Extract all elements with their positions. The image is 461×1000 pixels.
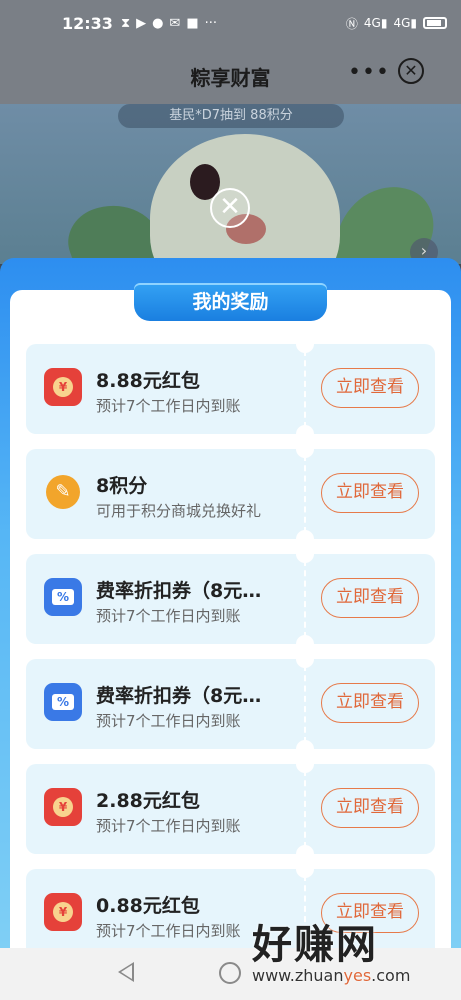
reward-item: % 费率折扣券（8元… 预计7个工作日内到账 立即查看 (26, 650, 435, 758)
watermark-url: www.zhuanyes.com (252, 966, 452, 985)
watermark-url-highlight: yes (343, 966, 372, 985)
reward-title: 费率折扣券（8元… (96, 580, 262, 602)
network-label: 4G (363, 16, 381, 30)
reward-item: ¥ 8.88元红包 预计7个工作日内到账 立即查看 (26, 335, 435, 443)
view-reward-button[interactable]: 立即查看 (321, 578, 419, 618)
close-page-button[interactable]: ✕ (398, 58, 424, 84)
reward-title: 2.88元红包 (96, 790, 200, 812)
ticket-divider (304, 770, 306, 848)
reward-subtitle: 可用于积分商城兑换好礼 (96, 502, 262, 520)
red-packet-icon: ¥ (44, 368, 82, 406)
dismiss-dialog-button[interactable]: ✕ (210, 188, 250, 228)
more-options-button[interactable]: ••• (348, 60, 390, 85)
more-dots-icon: ··· (204, 15, 218, 31)
reward-item: ✎ 8积分 可用于积分商城兑换好礼 立即查看 (26, 440, 435, 548)
signal-4g-icon: 4G▮ (393, 16, 417, 30)
reward-title: 费率折扣券（8元… (96, 685, 262, 707)
view-reward-button[interactable]: 立即查看 (321, 683, 419, 723)
dialog-heading: 我的奖励 (134, 283, 327, 321)
reward-subtitle: 预计7个工作日内到账 (96, 712, 241, 730)
ticket-divider (304, 455, 306, 533)
view-reward-button[interactable]: 立即查看 (321, 473, 419, 513)
reward-subtitle: 预计7个工作日内到账 (96, 607, 241, 625)
watermark-url-part: .com (371, 966, 411, 985)
winner-ticker: 基民*D7抽到 88积分 (118, 104, 344, 128)
ticket-divider (304, 665, 306, 743)
red-packet-icon: ¥ (44, 893, 82, 931)
discount-coupon-icon: % (44, 578, 82, 616)
view-reward-button[interactable]: 立即查看 (321, 368, 419, 408)
back-triangle-icon[interactable] (118, 962, 134, 982)
page-title: 粽享财富 (190, 66, 271, 90)
status-bar: 12:33 ⧗ ▶ ● ✉ ■ ··· Ⓝ 4G▮ 4G▮ (0, 0, 461, 46)
view-reward-button[interactable]: 立即查看 (321, 788, 419, 828)
reward-item: % 费率折扣券（8元… 预计7个工作日内到账 立即查看 (26, 545, 435, 653)
ticket-divider (304, 560, 306, 638)
reward-subtitle: 预计7个工作日内到账 (96, 397, 241, 415)
taobao-icon: ■ (186, 15, 199, 31)
reward-title: 8.88元红包 (96, 370, 200, 392)
home-circle-icon[interactable] (219, 962, 241, 984)
watermark-logo-text: 好赚网 (252, 922, 378, 968)
reward-subtitle: 预计7个工作日内到账 (96, 817, 241, 835)
dimmed-background: 基民*D7抽到 88积分 › (0, 104, 461, 264)
red-packet-icon: ¥ (44, 788, 82, 826)
rewards-list: ¥ 8.88元红包 预计7个工作日内到账 立即查看 ✎ 8积分 可用于积分商城兑… (26, 335, 435, 974)
battery-icon (423, 17, 447, 29)
network-label: 4G (393, 16, 411, 30)
status-time: 12:33 (62, 13, 113, 33)
wechat-icon: ● (152, 15, 164, 31)
points-coin-icon: ✎ (44, 473, 82, 511)
mail-icon: ✉ (169, 15, 181, 31)
reward-title: 8积分 (96, 475, 148, 497)
site-watermark: 好赚网 www.zhuanyes.com (252, 912, 452, 998)
title-bar: 粽享财富 ••• ✕ (0, 46, 461, 104)
reward-item: ¥ 2.88元红包 预计7个工作日内到账 立即查看 (26, 755, 435, 863)
signal-4g-icon: 4G▮ (363, 16, 388, 30)
watermark-url-part: www.zhuan (252, 966, 344, 985)
discount-coupon-icon: % (44, 683, 82, 721)
system-icons: Ⓝ 4G▮ 4G▮ (346, 15, 447, 32)
play-icon: ▶ (136, 15, 147, 31)
nfc-icon: Ⓝ (345, 16, 358, 31)
hourglass-icon: ⧗ (120, 15, 131, 31)
notification-icons: ⧗ ▶ ● ✉ ■ ··· (121, 16, 217, 31)
ticket-divider (304, 350, 306, 428)
